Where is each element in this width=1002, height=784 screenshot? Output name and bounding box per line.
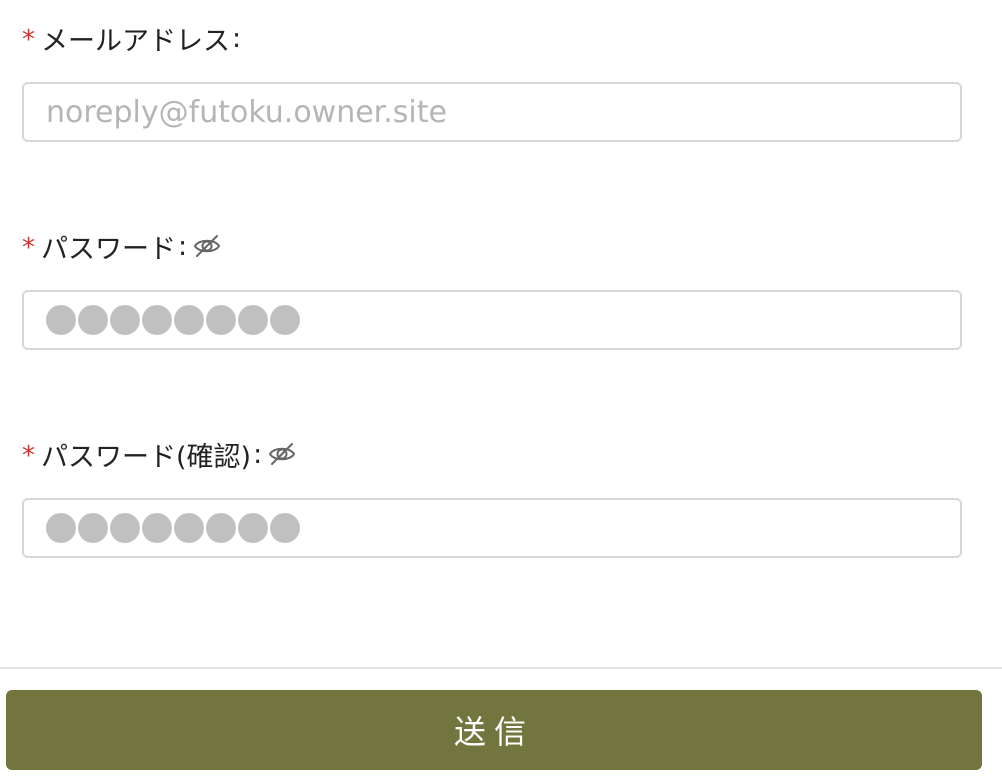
- email-input[interactable]: [46, 94, 960, 130]
- label-colon: :: [178, 230, 188, 262]
- mask-dot: [238, 305, 268, 335]
- required-mark: *: [22, 25, 35, 55]
- mask-dot: [174, 513, 204, 543]
- label-colon: :: [253, 438, 263, 470]
- mask-dot: [270, 305, 300, 335]
- email-label-text: メールアドレス: [41, 25, 230, 57]
- eye-off-icon[interactable]: [193, 231, 223, 261]
- mask-dot: [238, 513, 268, 543]
- submit-button[interactable]: 送信: [6, 690, 982, 770]
- eye-off-icon[interactable]: [268, 439, 298, 469]
- mask-dot: [270, 513, 300, 543]
- mask-dot: [110, 513, 140, 543]
- mask-dot: [78, 305, 108, 335]
- password-confirm-field[interactable]: [22, 498, 962, 558]
- mask-dot: [206, 513, 236, 543]
- password-mask: [46, 305, 300, 335]
- password-confirm-mask: [46, 513, 300, 543]
- label-colon: :: [232, 22, 242, 54]
- mask-dot: [142, 305, 172, 335]
- mask-dot: [110, 305, 140, 335]
- divider: [0, 667, 1002, 669]
- password-field[interactable]: [22, 290, 962, 350]
- email-label: * メールアドレス :: [22, 20, 247, 57]
- required-mark: *: [22, 441, 35, 471]
- password-label-text: パスワード: [41, 233, 176, 265]
- mask-dot: [142, 513, 172, 543]
- password-label: * パスワード :: [22, 228, 223, 265]
- email-field[interactable]: [22, 82, 962, 142]
- password-confirm-label-text: パスワード(確認): [41, 441, 252, 473]
- password-confirm-label: * パスワード(確認) :: [22, 436, 298, 473]
- required-mark: *: [22, 233, 35, 263]
- mask-dot: [174, 305, 204, 335]
- mask-dot: [206, 305, 236, 335]
- mask-dot: [46, 305, 76, 335]
- mask-dot: [46, 513, 76, 543]
- mask-dot: [78, 513, 108, 543]
